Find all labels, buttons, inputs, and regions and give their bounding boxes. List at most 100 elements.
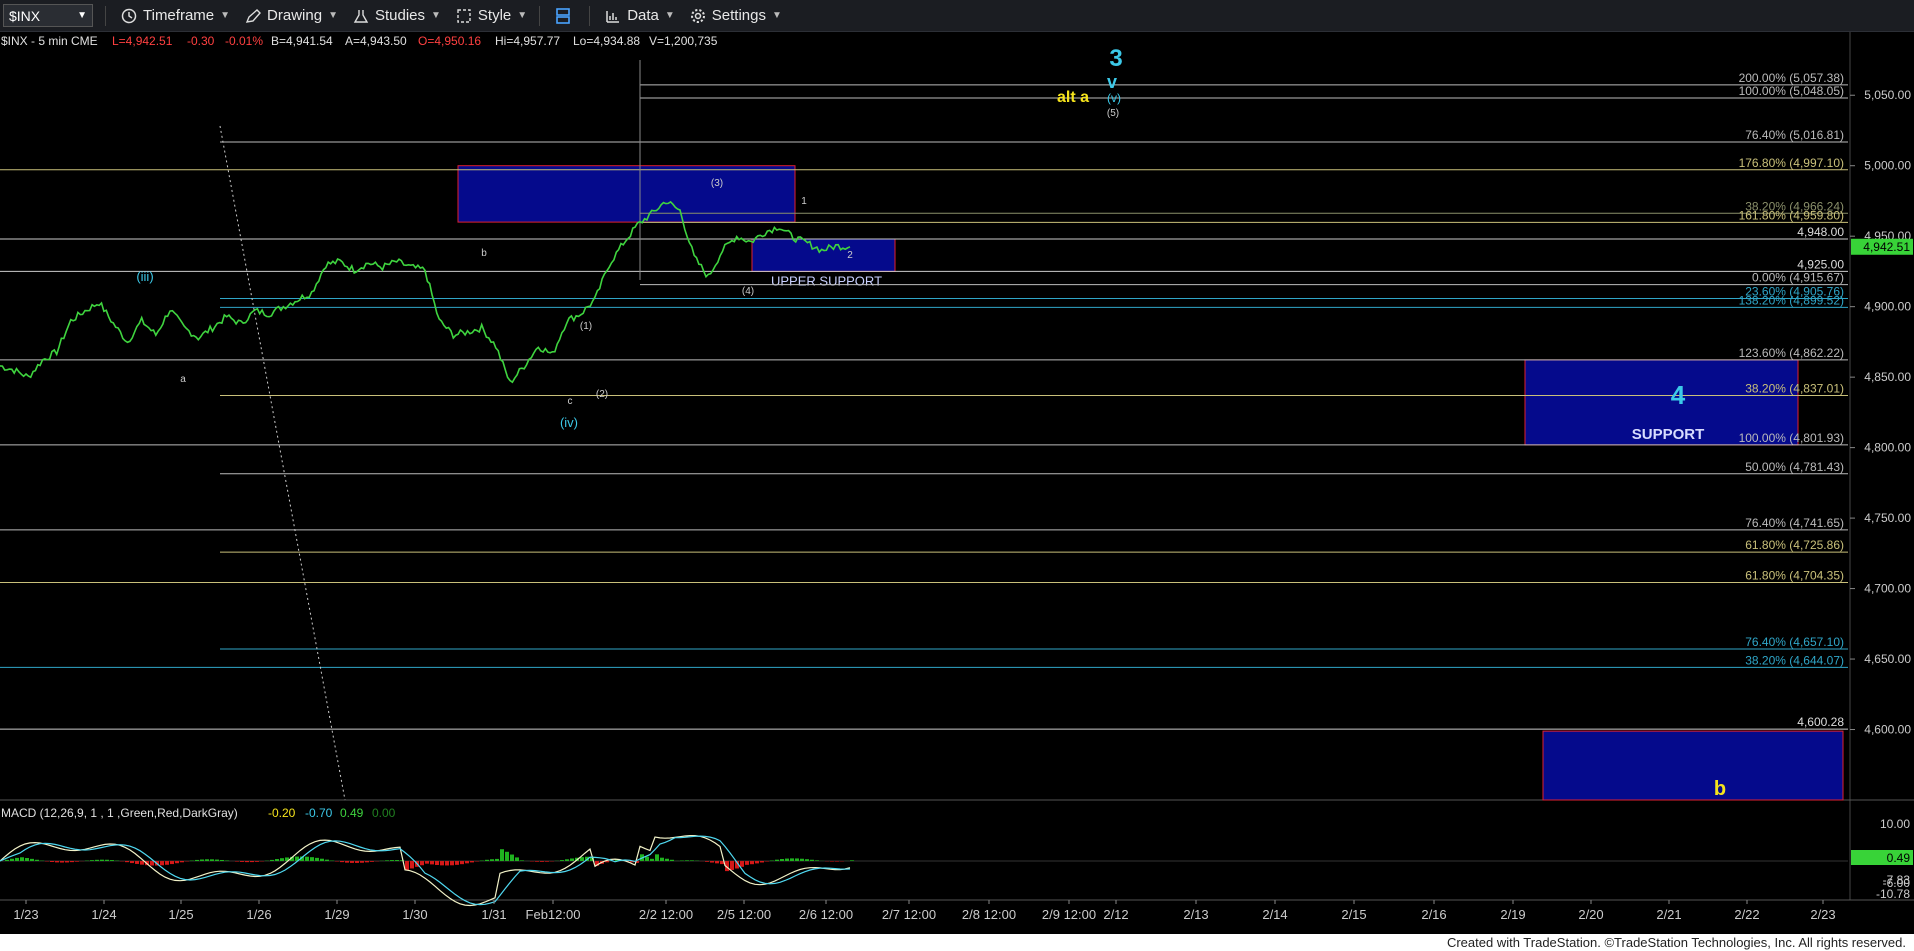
macd-histogram-bar [405,861,409,871]
macd-histogram-bar [425,861,429,864]
timeframe-menu[interactable]: Timeframe ▼ [120,7,230,24]
macd-histogram-bar [35,859,39,861]
macd-histogram-bar [745,861,749,865]
settings-menu[interactable]: Settings ▼ [689,7,782,24]
footer-credit: Created with TradeStation. ©TradeStation… [0,934,1914,951]
settings-label: Settings [711,7,766,24]
style-icon [457,8,471,23]
symbol-info: $INX - 5 min CME [1,34,98,48]
time-tick-label: 1/30 [402,907,427,922]
macd-histogram-bar [200,859,204,861]
target-zone[interactable] [1542,730,1844,801]
price-tick-label: 4,900.00 [1864,300,1911,314]
macd-histogram-bar [220,859,224,861]
time-tick-label: 1/24 [91,907,116,922]
macd-histogram-bar [75,861,79,862]
macd-histogram-bar [785,858,789,861]
caret-icon: ▼ [220,10,231,21]
chevron-down-icon: ▼ [77,10,87,21]
macd-histogram-bar [710,861,714,863]
time-tick-label: 1/31 [481,907,506,922]
macd-histogram-bar [795,858,799,861]
low-info: Lo=4,934.88 [573,34,640,48]
macd-histogram-bar [450,861,454,866]
macd-histogram-bar [280,858,284,861]
caret-icon: ▼ [771,10,782,21]
symbol-selector[interactable]: $INX ▼ [3,4,93,27]
wave-label: c [568,396,573,407]
macd-histogram-bar [110,860,114,861]
wave-label: 1 [801,196,807,207]
macd-histogram-bar [225,860,229,861]
last-price-tag-label: 4,942.51 [1863,240,1910,254]
layout-button[interactable] [554,7,577,24]
wave-label: 4 [1671,380,1686,410]
macd-axis-label: 10.00 [1880,817,1910,831]
macd-histogram-bar [755,861,759,864]
open-info: O=4,950.16 [418,34,481,48]
time-tick-label: 2/12 [1103,907,1128,922]
macd-histogram-bar [670,859,674,861]
wave-label: (4) [742,286,754,297]
support-zone[interactable] [751,238,896,272]
caret-icon: ▼ [664,10,675,21]
data-menu[interactable]: Data ▼ [604,7,675,24]
time-tick-label: 2/13 [1183,907,1208,922]
macd-histogram-bar [240,861,244,862]
fib-level-label: 38.20% (4,837.01) [1745,381,1844,395]
fib-level-label: 50.00% (4,781.43) [1745,460,1844,474]
macd-histogram-bar [435,861,439,865]
fib-level-label: 100.00% (5,048.05) [1739,84,1844,98]
time-tick-label: 2/6 12:00 [799,907,853,922]
drawing-menu[interactable]: Drawing ▼ [244,7,338,24]
wave-label: (2) [596,389,608,400]
macd-histogram-bar [790,858,794,861]
time-tick-label: 2/22 [1734,907,1759,922]
bar-chart-icon [606,10,620,23]
time-tick-label: 1/23 [13,907,38,922]
studies-label: Studies [374,7,426,24]
toolbar: $INX ▼ Timeframe ▼ Drawing ▼ Studies ▼ Styl… [0,0,1914,32]
time-tick-label: 2/23 [1810,907,1835,922]
style-menu[interactable]: Style ▼ [455,7,527,24]
price-tick-label: 4,800.00 [1864,441,1911,455]
macd-histogram-bar [815,860,819,861]
macd-value-3: 0.49 [340,806,364,820]
time-tick-label: 2/14 [1262,907,1287,922]
macd-histogram-bar [420,861,424,866]
macd-histogram-bar [130,861,134,864]
macd-histogram-bar [835,861,839,862]
macd-histogram-bar [160,861,164,866]
time-tick-label: 2/21 [1656,907,1681,922]
price-chart[interactable]: $INX - 5 min CME L=4,942.51 -0.30 -0.01%… [0,32,1914,934]
macd-histogram-bar [205,859,209,861]
zone-label: UPPER SUPPORT [771,273,882,288]
macd-histogram-bar [445,861,449,866]
time-tick-label: 2/9 12:00 [1042,907,1096,922]
volume-info: V=1,200,735 [649,34,718,48]
drawing-label: Drawing [267,7,323,24]
toolbar-divider [105,5,106,26]
wave-label: 3 [1109,45,1122,72]
studies-menu[interactable]: Studies ▼ [352,7,441,24]
macd-histogram-bar [395,860,399,861]
macd-histogram-bar [325,859,329,861]
macd-histogram-bar [565,859,569,861]
macd-histogram-bar [140,861,144,865]
macd-histogram-bar [805,859,809,861]
macd-histogram-bar [730,861,734,870]
macd-histogram-bar [760,861,764,863]
macd-histogram-bar [25,858,29,861]
horizontal-level-label: 4,925.00 [1797,257,1844,271]
macd-histogram-bar [495,858,499,861]
macd-histogram-bar [170,861,174,865]
macd-histogram-bar [165,861,169,865]
data-label: Data [627,7,659,24]
macd-histogram-bar [515,857,519,861]
macd-histogram-bar [685,860,689,861]
last-price-info: L=4,942.51 [112,34,173,48]
flask-icon [353,9,369,23]
macd-histogram-bar [705,861,709,862]
macd-label: MACD (12,26,9, 1 , 1 ,Green,Red,DarkGray… [1,806,238,820]
wave-label: b [481,248,487,259]
